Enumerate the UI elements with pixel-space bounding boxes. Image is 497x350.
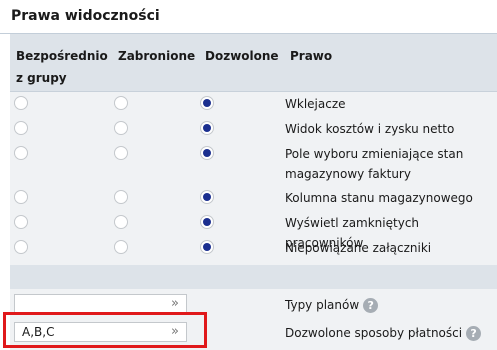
- radio-direct-from-group[interactable]: [14, 215, 28, 229]
- table-row: Pole wyboru zmieniające stan magazynowy …: [10, 143, 497, 187]
- radio-allowed[interactable]: [200, 215, 214, 229]
- highlight-box: [3, 312, 207, 348]
- table-row: Wklejacze: [10, 93, 497, 118]
- radio-forbidden[interactable]: [114, 240, 128, 254]
- table-row: Kolumna stanu magazynowego: [10, 187, 497, 212]
- right-label: Widok kosztów i zysku netto: [285, 122, 455, 136]
- right-label: Pole wyboru zmieniające stan magazynowy …: [285, 147, 464, 181]
- radio-forbidden[interactable]: [114, 215, 128, 229]
- payment-methods-label: Dozwolone sposoby płatności?: [285, 323, 495, 343]
- radio-direct-from-group[interactable]: [14, 146, 28, 160]
- radio-direct-from-group[interactable]: [14, 190, 28, 204]
- radio-forbidden[interactable]: [114, 146, 128, 160]
- double-chevron-right-icon[interactable]: »: [171, 295, 179, 313]
- radio-allowed[interactable]: [200, 96, 214, 110]
- radio-forbidden[interactable]: [114, 190, 128, 204]
- right-label: Niepowiązane załączniki: [285, 241, 432, 255]
- table-row: Widok kosztów i zysku netto: [10, 118, 497, 143]
- table-separator-band: [10, 265, 497, 289]
- radio-direct-from-group[interactable]: [14, 240, 28, 254]
- table-header: Bezpośrednio z grupy Zabronione Dozwolon…: [10, 34, 497, 92]
- radio-allowed[interactable]: [200, 146, 214, 160]
- radio-direct-from-group[interactable]: [14, 96, 28, 110]
- section-title: Prawa widoczności: [11, 8, 160, 24]
- radio-forbidden[interactable]: [114, 121, 128, 135]
- plan-types-picker[interactable]: »: [14, 294, 187, 314]
- radio-forbidden[interactable]: [114, 96, 128, 110]
- right-label: Wklejacze: [285, 97, 346, 111]
- header-allowed: Dozwolone: [205, 49, 279, 63]
- radio-allowed[interactable]: [200, 121, 214, 135]
- table-row: Niepowiązane załączniki: [10, 237, 497, 262]
- header-forbidden: Zabronione: [118, 49, 196, 63]
- radio-allowed[interactable]: [200, 190, 214, 204]
- right-label: Kolumna stanu magazynowego: [285, 191, 473, 205]
- table-row: Wyświetl zamkniętych pracowników: [10, 212, 497, 250]
- header-right: Prawo: [290, 49, 333, 63]
- radio-direct-from-group[interactable]: [14, 121, 28, 135]
- question-circle-icon[interactable]: ?: [466, 326, 482, 341]
- question-circle-icon[interactable]: ?: [363, 298, 379, 313]
- plan-types-label: Typy planów?: [285, 295, 495, 315]
- visibility-rights-panel: Prawa widoczności Bezpośrednio z grupy Z…: [0, 0, 497, 350]
- radio-allowed[interactable]: [200, 240, 214, 254]
- rights-table: Bezpośrednio z grupy Zabronione Dozwolon…: [10, 34, 497, 350]
- header-direct-from-group: Bezpośrednio z grupy: [16, 49, 108, 85]
